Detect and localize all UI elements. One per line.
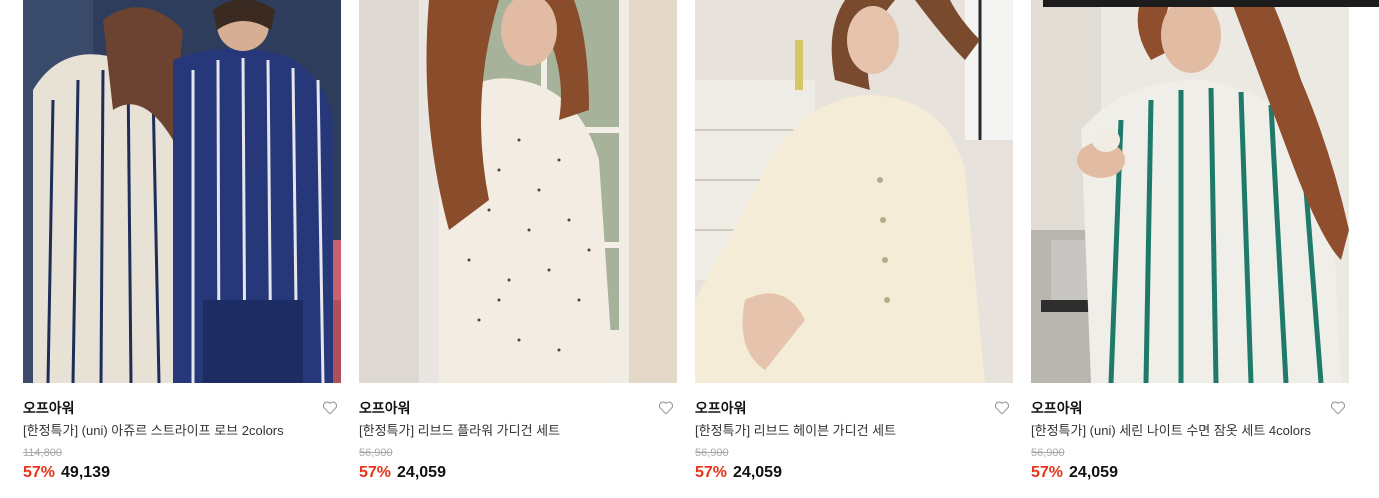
brand-row: 오프아워 (23, 397, 341, 419)
heart-outline-icon[interactable] (322, 400, 338, 415)
brand-name: 오프아워 (695, 400, 747, 416)
price-row: 57% 24,059 (359, 462, 677, 484)
floating-overlay-bar (1043, 0, 1379, 7)
product-image[interactable] (1031, 0, 1349, 383)
brand-row: 오프아워 (1031, 397, 1349, 419)
discount-rate: 57% (695, 464, 728, 481)
product-title[interactable]: [한정특가] 리브드 플라워 가디건 세트 (359, 422, 677, 440)
discount-rate: 57% (1031, 464, 1064, 481)
discount-rate: 57% (23, 464, 56, 481)
product-title[interactable]: [한정특가] (uni) 세린 나이트 수면 잠옷 세트 4colors (1031, 422, 1349, 440)
price-row: 57% 24,059 (695, 462, 1013, 484)
sale-price: 24,059 (397, 464, 446, 481)
heart-outline-icon[interactable] (1330, 400, 1346, 415)
sale-price: 49,139 (61, 464, 110, 481)
sale-price: 24,059 (733, 464, 782, 481)
brand-row: 오프아워 (695, 397, 1013, 419)
brand-name: 오프아워 (23, 400, 75, 416)
heart-outline-icon[interactable] (994, 400, 1010, 415)
product-image[interactable] (359, 0, 677, 383)
original-price: 114,800 (23, 447, 62, 459)
product-card[interactable]: 오프아워 [한정특가] 리브드 헤이븐 가디건 세트 56,900 57% 24,… (695, 0, 1013, 498)
price-row: 57% 24,059 (1031, 462, 1349, 484)
product-title[interactable]: [한정특가] 리브드 헤이븐 가디건 세트 (695, 422, 1013, 440)
product-grid: 오프아워 [한정특가] (uni) 아쥬르 스트라이프 로브 2colors 1… (0, 0, 1379, 498)
price-row: 57% 49,139 (23, 462, 341, 484)
original-price: 56,900 (359, 447, 393, 459)
original-price: 56,900 (1031, 447, 1065, 459)
heart-outline-icon[interactable] (658, 400, 674, 415)
sale-price: 24,059 (1069, 464, 1118, 481)
product-card[interactable]: 오프아워 [한정특가] (uni) 아쥬르 스트라이프 로브 2colors 1… (23, 0, 341, 498)
product-card[interactable]: 오프아워 [한정특가] (uni) 세린 나이트 수면 잠옷 세트 4color… (1031, 0, 1349, 498)
product-card[interactable]: 오프아워 [한정특가] 리브드 플라워 가디건 세트 56,900 57% 24,… (359, 0, 677, 498)
brand-row: 오프아워 (359, 397, 677, 419)
discount-rate: 57% (359, 464, 392, 481)
product-image[interactable] (23, 0, 341, 383)
brand-name: 오프아워 (1031, 400, 1083, 416)
product-title[interactable]: [한정특가] (uni) 아쥬르 스트라이프 로브 2colors (23, 422, 341, 440)
product-image[interactable] (695, 0, 1013, 383)
original-price: 56,900 (695, 447, 729, 459)
brand-name: 오프아워 (359, 400, 411, 416)
